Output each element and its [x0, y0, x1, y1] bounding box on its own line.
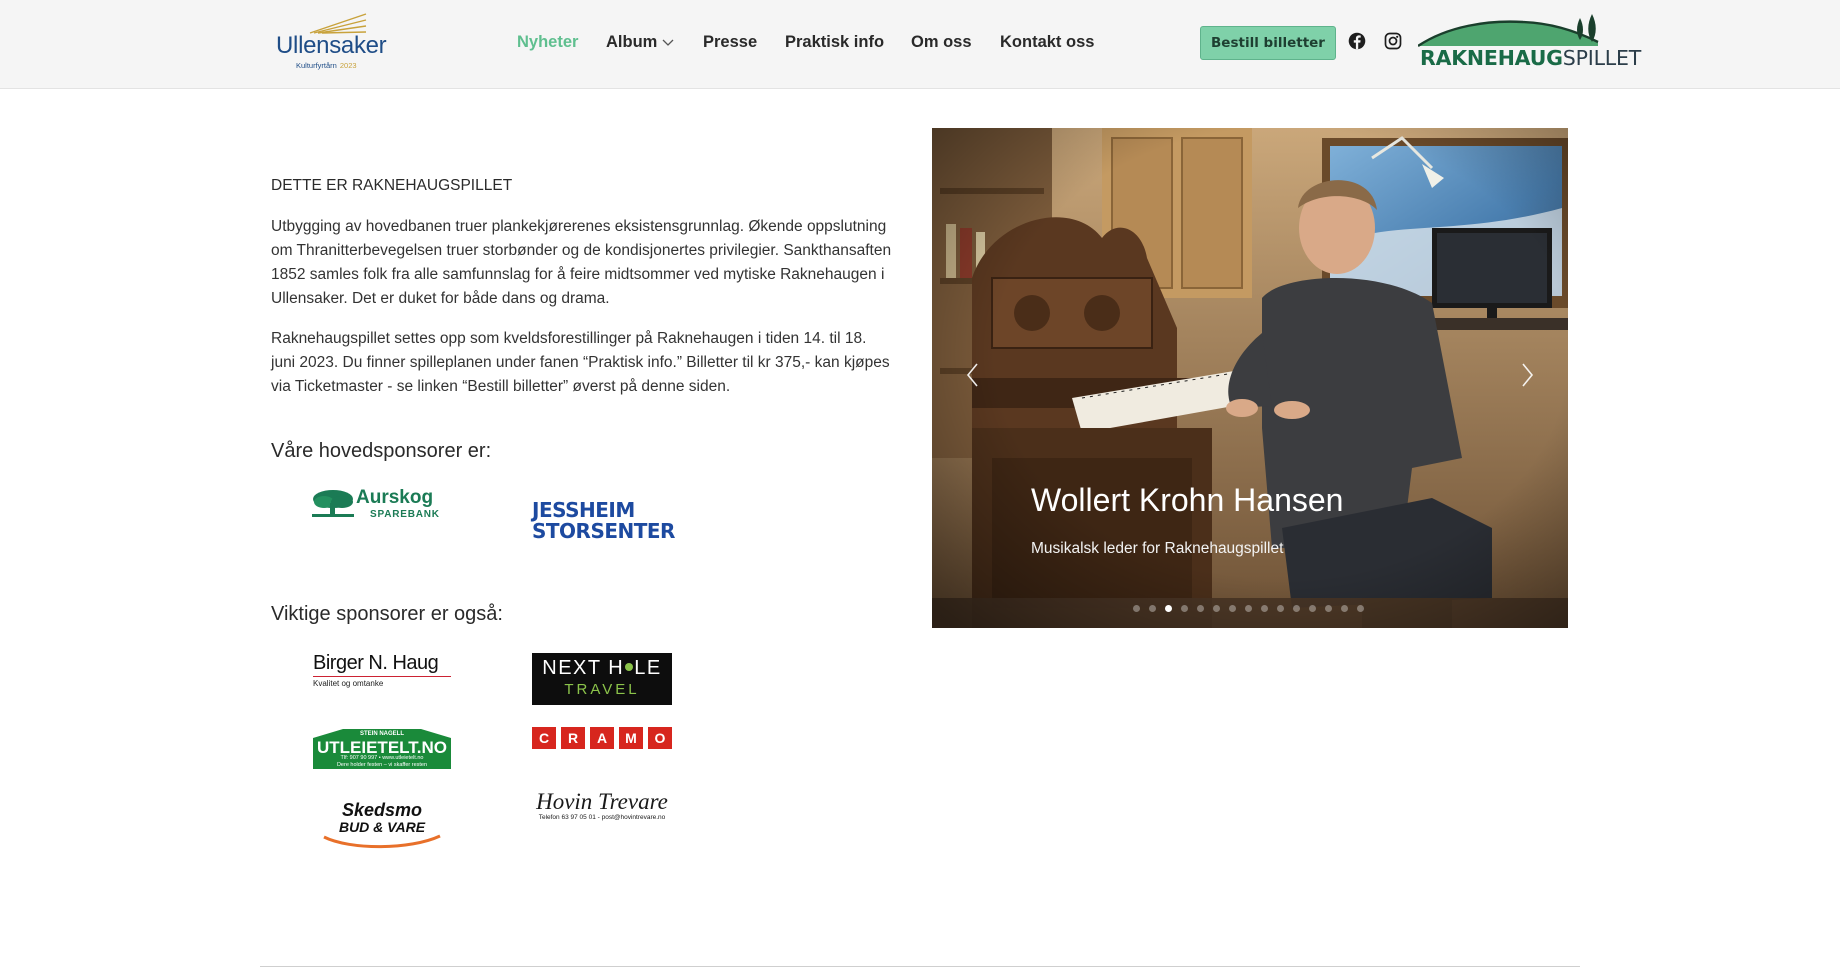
- skedsmo-swoosh: [323, 834, 441, 849]
- sponsor-utleietelt-phone: Tlf: 907 90 997 • www.utleietelt.no: [340, 755, 424, 761]
- page-intro: DETTE ER RAKNEHAUGSPILLET: [271, 177, 513, 194]
- cramo-letter: A: [590, 727, 614, 749]
- intro-paragraph-2: Raknehaugspillet settes opp som kveldsfo…: [271, 330, 890, 395]
- sponsor-jessheim-line1: JESSHEIM: [532, 498, 635, 522]
- sponsor-birger-tagline: Kvalitet og omtanke: [313, 679, 384, 688]
- sponsor-nexthole-line1: NEXT H LE: [532, 657, 672, 680]
- carousel-caption-title: Wollert Krohn Hansen: [1031, 482, 1344, 518]
- cramo-letter: R: [561, 727, 585, 749]
- book-tickets-button[interactable]: Bestill billetter: [1200, 26, 1336, 60]
- carousel-indicator-dot[interactable]: [1261, 605, 1268, 612]
- carousel-indicator-dot[interactable]: [1309, 605, 1316, 612]
- carousel-indicator-dot[interactable]: [1325, 605, 1332, 612]
- sponsor-next-hole-travel[interactable]: NEXT H LE TRAVEL: [532, 653, 672, 705]
- sponsor-nexthole-line2: TRAVEL: [564, 681, 640, 698]
- carousel-indicator-dot[interactable]: [1165, 605, 1172, 612]
- sponsor-aurskog-name: Aurskog: [356, 487, 434, 508]
- golf-ball-icon: [625, 663, 634, 672]
- sponsor-utleietelt-tagline: Dere holder festen – vi skaffer resten: [336, 762, 428, 768]
- cramo-letter: M: [619, 727, 643, 749]
- carousel-indicator-dot[interactable]: [1341, 605, 1348, 612]
- sponsor-jessheim-storsenter[interactable]: JESSHEIM STORSENTER: [532, 498, 675, 543]
- other-sponsors-heading: Viktige sponsorer er også:: [271, 603, 503, 625]
- chevron-down-icon: [662, 39, 674, 46]
- footer-divider: [260, 966, 1580, 967]
- nav-item-album[interactable]: Album: [606, 33, 674, 52]
- ullensaker-logo-subtitle: Kulturfyrtårn 2023: [296, 61, 357, 70]
- sponsor-hovin-name: Hovin Trevare: [536, 789, 668, 814]
- site-header: Ullensaker Kulturfyrtårn 2023 Nyheter Alb…: [0, 0, 1840, 89]
- nav-item-album-label: Album: [606, 33, 658, 51]
- carousel-indicator-dot[interactable]: [1277, 605, 1284, 612]
- cramo-letter: O: [648, 727, 672, 749]
- sponsor-aurskog-sparebank[interactable]: Aurskog SPAREBANK: [312, 486, 454, 526]
- carousel-next-icon[interactable]: [1514, 360, 1540, 390]
- main-sponsors-heading: Våre hovedsponsorer er:: [271, 440, 492, 462]
- nav-item-presse[interactable]: Presse: [703, 33, 757, 52]
- sponsor-cramo[interactable]: C R A M O: [532, 727, 672, 749]
- sponsor-birger-underline: [313, 676, 451, 677]
- raknehaugspillet-logo-text: RAKNEHAUGSPILLET: [1420, 46, 1641, 70]
- carousel-indicator-dot[interactable]: [1357, 605, 1364, 612]
- image-carousel[interactable]: Wollert Krohn Hansen Musikalsk leder for…: [932, 128, 1568, 628]
- nav-item-praktisk-info[interactable]: Praktisk info: [785, 33, 884, 52]
- ullensaker-logo-year: 2023: [339, 61, 357, 70]
- oak-tree-icon: [312, 490, 354, 517]
- sponsor-aurskog-sub: SPAREBANK: [370, 509, 440, 520]
- nav-item-kontakt-oss[interactable]: Kontakt oss: [1000, 33, 1094, 52]
- sponsor-birger-name: Birger N. Haug: [313, 652, 439, 674]
- nav-item-om-oss[interactable]: Om oss: [911, 33, 972, 52]
- carousel-prev-icon[interactable]: [960, 360, 986, 390]
- facebook-icon[interactable]: [1348, 32, 1366, 50]
- sponsor-jessheim-line2: STORSENTER: [532, 519, 675, 543]
- carousel-caption-subtitle: Musikalsk leder for Raknehaugspillet: [1031, 540, 1284, 557]
- carousel-indicators: [1133, 605, 1373, 615]
- carousel-indicator-dot[interactable]: [1229, 605, 1236, 612]
- sponsor-hovin-contact: Telefon 63 97 05 01 - post@hovintrevare.…: [538, 814, 666, 821]
- intro-paragraph-1: Utbygging av hovedbanen truer plankekjør…: [271, 218, 892, 307]
- carousel-indicator-dot[interactable]: [1181, 605, 1188, 612]
- ullensaker-logo-subtitle-text: Kulturfyrtårn: [296, 61, 337, 70]
- sponsor-utleietelt[interactable]: STEIN NAGELL UTLEIETELT.NO Tlf: 907 90 9…: [313, 729, 451, 769]
- carousel-indicator-dot[interactable]: [1197, 605, 1204, 612]
- nav-item-nyheter[interactable]: Nyheter: [517, 33, 578, 52]
- sponsor-hovin-trevare[interactable]: Hovin Trevare Telefon 63 97 05 01 - post…: [531, 789, 673, 823]
- sponsor-birger-n-haug[interactable]: Birger N. Haug Kvalitet og omtanke: [313, 652, 453, 690]
- carousel-indicator-dot[interactable]: [1293, 605, 1300, 612]
- raknehaugspillet-logo-part1: RAKNEHAUG: [1420, 46, 1563, 70]
- sponsor-skedsmo-bud-vare[interactable]: Skedsmo BUD & VARE: [320, 800, 444, 850]
- ullensaker-logo[interactable]: Ullensaker Kulturfyrtårn 2023: [276, 10, 387, 76]
- sponsor-nexthole-text-a: NEXT H: [542, 657, 625, 679]
- carousel-indicator-dot[interactable]: [1133, 605, 1140, 612]
- sponsor-skedsmo-line2: BUD & VARE: [338, 819, 426, 835]
- carousel-indicator-dot[interactable]: [1245, 605, 1252, 612]
- ullensaker-logo-mark: [309, 13, 367, 34]
- cramo-letter: C: [532, 727, 556, 749]
- sponsor-utleietelt-top: STEIN NAGELL: [359, 731, 404, 737]
- carousel-indicator-dot[interactable]: [1149, 605, 1156, 612]
- sponsor-skedsmo-line1: Skedsmo: [341, 800, 423, 820]
- raknehaugspillet-logo[interactable]: RAKNEHAUGSPILLET: [1418, 12, 1641, 74]
- ullensaker-logo-name: Ullensaker: [276, 32, 387, 59]
- raknehaugspillet-logo-part2: SPILLET: [1562, 46, 1642, 70]
- carousel-indicator-dot[interactable]: [1213, 605, 1220, 612]
- instagram-icon[interactable]: [1384, 32, 1402, 50]
- sponsor-nexthole-text-b: LE: [634, 657, 662, 679]
